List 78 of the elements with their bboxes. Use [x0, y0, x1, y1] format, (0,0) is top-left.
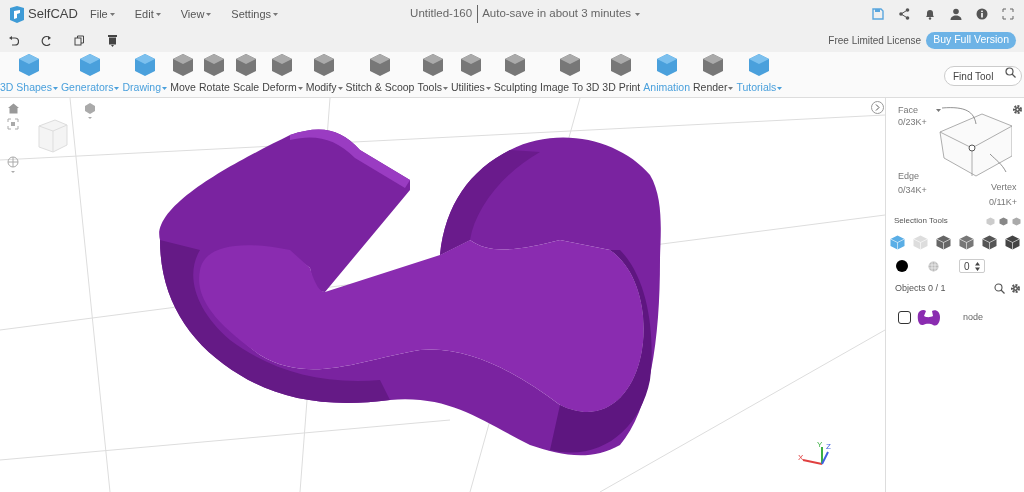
- share-icon[interactable]: [898, 8, 910, 20]
- tool-button[interactable]: Utilities: [450, 80, 491, 96]
- objects-count: Objects 0 / 1: [895, 282, 946, 295]
- axis-label: Z: [826, 443, 831, 451]
- tool-button[interactable]: 3D Print: [602, 80, 641, 96]
- cube-icon[interactable]: [982, 235, 997, 250]
- tool-button[interactable]: Scale: [232, 80, 260, 96]
- caret-icon: [485, 86, 491, 90]
- number-field[interactable]: 0: [959, 259, 985, 273]
- cube-icon: [367, 52, 393, 79]
- vertex-count: 0/11K+: [989, 196, 1018, 209]
- caret-icon: [52, 86, 58, 90]
- find-tool-field[interactable]: Find Tool: [944, 66, 1022, 86]
- tool-button[interactable]: Rotate: [199, 80, 230, 96]
- caret-icon: [777, 86, 783, 90]
- caret-icon: [442, 86, 448, 90]
- caret-icon: [206, 12, 212, 16]
- menu-item[interactable]: View: [180, 5, 212, 23]
- settings-icon[interactable]: [1010, 283, 1021, 295]
- tool-button[interactable]: Deform: [262, 80, 303, 96]
- bell-icon[interactable]: [924, 8, 936, 20]
- cube-icon[interactable]: [959, 235, 974, 250]
- autosave-status[interactable]: Auto-save in about 3 minutes: [478, 5, 641, 23]
- face-dropdown[interactable]: Face: [898, 105, 941, 115]
- tool-button[interactable]: Image To 3D: [540, 80, 600, 96]
- user-icon[interactable]: [950, 8, 962, 20]
- document-title: Untitled-160: [410, 5, 479, 23]
- axis-label: X: [798, 454, 804, 462]
- color-swatch[interactable]: [896, 260, 908, 272]
- edge-label: Edge: [898, 170, 920, 183]
- caret-icon: [162, 86, 167, 90]
- settings-icon[interactable]: [1012, 104, 1023, 115]
- caret-icon: [337, 86, 343, 90]
- tool-button[interactable]: Modify: [305, 80, 343, 96]
- cube-icon: [170, 52, 196, 79]
- axis-gizmo-drawing: [802, 446, 829, 465]
- info-icon[interactable]: [976, 8, 988, 20]
- selection-tools-label: Selection Tools: [894, 215, 948, 227]
- edge-count: 0/34K+: [898, 184, 927, 197]
- object-row[interactable]: node: [886, 307, 1024, 328]
- chevron-right-icon: [875, 104, 880, 111]
- cube-icon[interactable]: [1005, 235, 1020, 250]
- tool-button[interactable]: Move: [170, 80, 196, 96]
- tool-button[interactable]: Sculpting: [493, 80, 537, 96]
- redo-icon[interactable]: [41, 34, 52, 46]
- caret-icon: [635, 12, 641, 16]
- menu-item[interactable]: Settings: [231, 5, 279, 23]
- menu-item[interactable]: File: [90, 5, 115, 23]
- checkbox[interactable]: [898, 311, 911, 324]
- app-name: SelfCAD: [28, 5, 78, 24]
- search-icon[interactable]: [994, 283, 1005, 295]
- tool-button[interactable]: Stitch & Scoop: [345, 80, 415, 96]
- caret-icon: [936, 108, 941, 112]
- tool-button[interactable]: Tools: [417, 80, 448, 96]
- caret-icon: [297, 86, 303, 90]
- caret-icon: [273, 12, 279, 16]
- trash-icon[interactable]: [107, 33, 118, 47]
- copy-icon[interactable]: [74, 34, 85, 46]
- tool-button[interactable]: Render: [693, 80, 734, 96]
- collapse-panel-button[interactable]: [871, 101, 884, 114]
- object-name: node: [963, 310, 984, 324]
- caret-icon: [728, 86, 734, 90]
- undo-icon[interactable]: [8, 34, 19, 46]
- caret-icon: [109, 12, 115, 16]
- menu-item[interactable]: Edit: [134, 5, 161, 23]
- fullscreen-icon[interactable]: [1002, 8, 1014, 20]
- cube-icon[interactable]: [936, 235, 951, 250]
- search-icon[interactable]: [1005, 66, 1016, 78]
- face-count: 0/23K+: [898, 117, 927, 127]
- license-label: Free Limited License: [828, 33, 922, 48]
- logo-icon: [8, 5, 24, 23]
- axis-label: Y: [817, 441, 823, 449]
- home-icon[interactable]: [8, 103, 19, 114]
- spinner-icon: [974, 261, 980, 271]
- caret-icon: [114, 86, 120, 90]
- caret-icon: [155, 12, 161, 16]
- model-thumbnail-drawing: [915, 307, 941, 328]
- vertex-label: Vertex: [991, 181, 1017, 194]
